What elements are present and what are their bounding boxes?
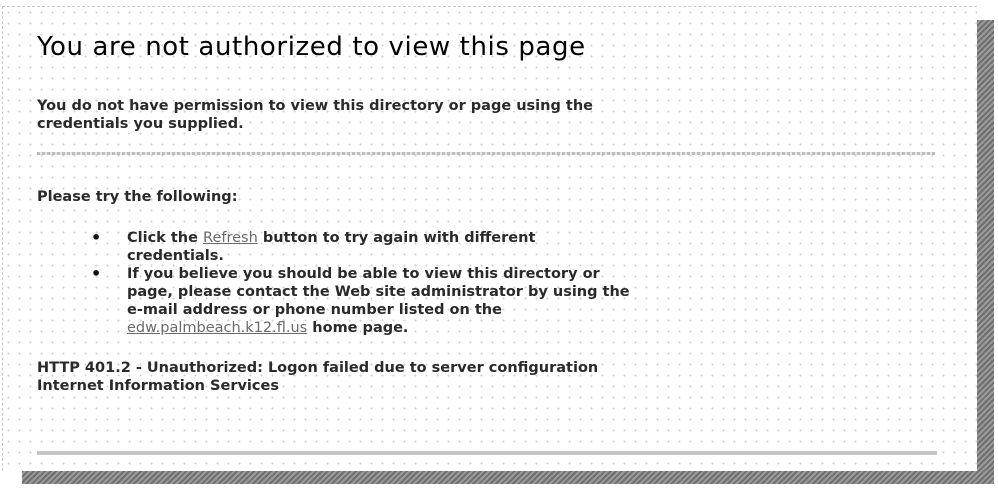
bottom-divider [37, 451, 937, 455]
tip-2-line-2: page, please contact the Web site admini… [127, 284, 630, 300]
http-status: HTTP 401.2 - Unauthorized: Logon failed … [37, 359, 937, 395]
http-status-line: HTTP 401.2 - Unauthorized: Logon failed … [37, 360, 599, 376]
list-item-contact-admin: • If you believe you should be able to v… [91, 265, 927, 337]
permission-message-line-2: credentials you supplied. [37, 116, 244, 132]
drop-shadow-right [976, 20, 994, 476]
drop-shadow-bottom [22, 470, 994, 484]
section-divider [37, 152, 935, 155]
tip-1-suffix: button to try again with different [257, 230, 536, 246]
permission-message-line-1: You do not have permission to view this … [37, 98, 593, 114]
page-title: You are not authorized to view this page [37, 32, 586, 62]
error-page: You are not authorized to view this page… [2, 6, 977, 471]
tip-1-line-2: credentials. [127, 248, 224, 264]
tip-2-line-3: e-mail address or phone number listed on… [127, 302, 502, 318]
tip-2-suffix: home page. [307, 320, 409, 336]
screenshot-frame: You are not authorized to view this page… [0, 0, 998, 496]
list-item-refresh: • Click the Refresh button to try again … [91, 229, 927, 265]
error-content: You are not authorized to view this page… [37, 31, 937, 395]
permission-message: You do not have permission to view this … [37, 97, 927, 133]
tip-2-line-1: If you believe you should be able to vie… [127, 266, 600, 282]
tip-1-prefix: Click the [127, 230, 204, 246]
suggestion-list: • Click the Refresh button to try again … [37, 229, 937, 337]
site-home-link[interactable]: edw.palmbeach.k12.fl.us [127, 320, 307, 336]
bullet-icon: • [91, 228, 102, 247]
try-heading: Please try the following: [37, 189, 238, 205]
bullet-icon: • [91, 264, 102, 283]
server-name: Internet Information Services [37, 378, 279, 394]
refresh-link[interactable]: Refresh [203, 230, 258, 246]
